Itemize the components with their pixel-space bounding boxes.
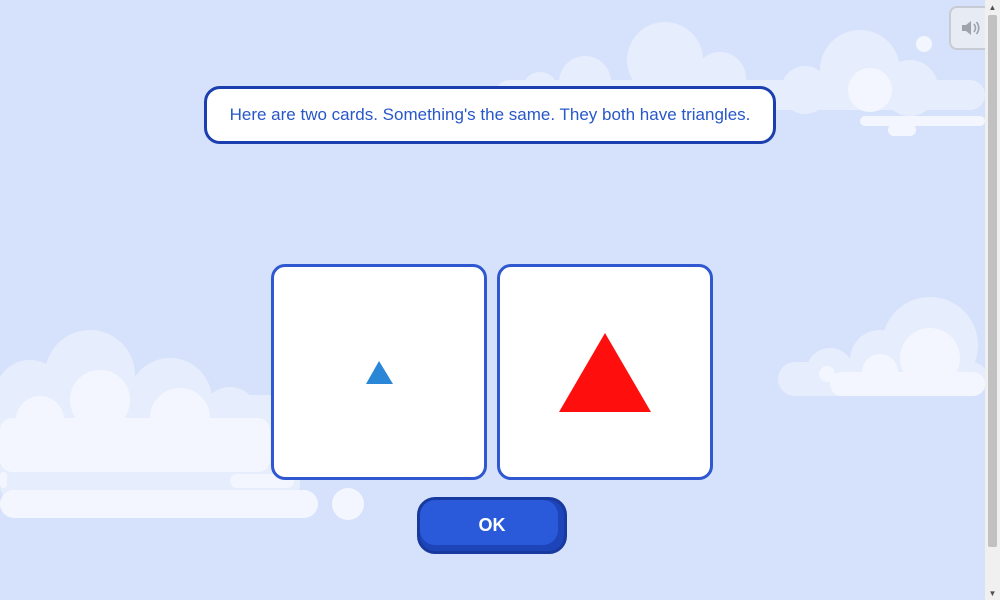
small-blue-triangle [366, 361, 393, 384]
ok-button-face: OK [420, 500, 558, 545]
scroll-up-arrow-icon[interactable]: ▲ [985, 0, 1000, 14]
card-left[interactable] [271, 264, 487, 480]
instruction-bubble: Here are two cards. Something's the same… [204, 86, 776, 144]
card-right[interactable] [497, 264, 713, 480]
game-stage: Here are two cards. Something's the same… [0, 0, 1000, 600]
speaker-icon [962, 21, 980, 35]
ok-button-label: OK [478, 515, 506, 535]
vertical-scrollbar[interactable]: ▲ ▼ [985, 0, 1000, 600]
instruction-text: Here are two cards. Something's the same… [229, 105, 751, 124]
scroll-thumb[interactable] [988, 15, 997, 547]
ok-button[interactable]: OK [417, 497, 567, 554]
large-red-triangle [559, 333, 651, 412]
scroll-down-arrow-icon[interactable]: ▼ [985, 586, 1000, 600]
